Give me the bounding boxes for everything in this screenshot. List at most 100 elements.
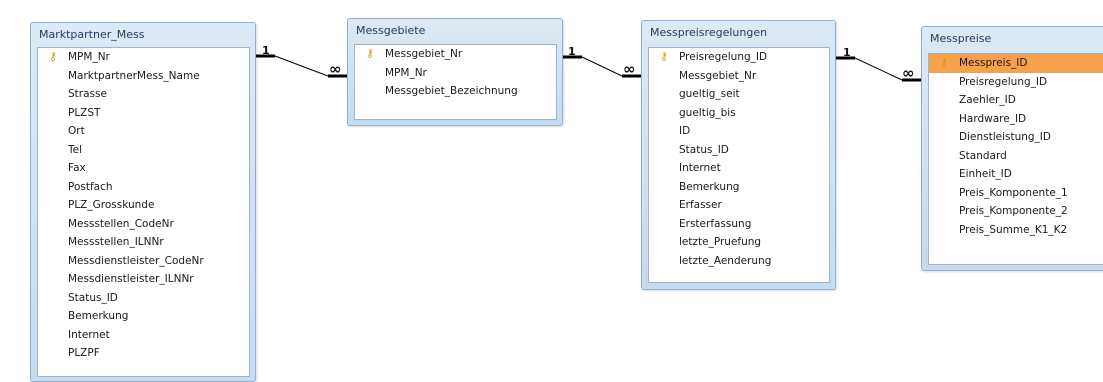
field-name: PLZ_Grosskunde [68, 199, 155, 211]
field-row[interactable]: Status_ID [649, 141, 829, 160]
field-row[interactable]: letzte_Aenderung [649, 252, 829, 271]
field-name: Preis_Komponente_2 [959, 205, 1068, 217]
key-icon: ⚷ [660, 50, 669, 63]
field-name: Preisregelung_ID [679, 51, 768, 63]
field-name: Messgebiet_Nr [679, 69, 757, 82]
field-name: Zaehler_ID [959, 94, 1016, 106]
field-name: Messpreis_ID [959, 57, 1028, 69]
table-title[interactable]: Messpreisregelungen [650, 26, 767, 39]
field-row[interactable]: Messgebiet_Bezeichnung [355, 82, 556, 101]
field-row[interactable]: Erfasser [649, 196, 829, 215]
field-name: PLZST [68, 106, 101, 119]
key-icon: ⚷ [940, 56, 949, 69]
field-name: Standard [959, 149, 1007, 162]
field-row[interactable]: gueltig_bis [649, 104, 829, 123]
field-name: Messstellen_CodeNr [68, 217, 174, 230]
field-row[interactable]: Postfach [38, 178, 249, 197]
table-marktpartner-mess[interactable]: Marktpartner_Mess ⚷ MPM_Nr MarktpartnerMe… [30, 22, 256, 382]
field-name: Bemerkung [679, 180, 740, 193]
field-row[interactable]: Hardware_ID [929, 110, 1103, 129]
field-name: Postfach [68, 180, 113, 193]
field-name: Ersterfassung [679, 217, 752, 230]
table-title[interactable]: Marktpartner_Mess [39, 28, 144, 41]
relationship-many-label: ∞ [623, 60, 635, 78]
field-name: Status_ID [679, 143, 729, 156]
field-name: letzte_Aenderung [679, 254, 772, 267]
field-row[interactable]: Standard [929, 147, 1103, 166]
field-list[interactable]: ⚷ Messgebiet_Nr MPM_Nr Messgebiet_Bezeich… [354, 44, 557, 120]
field-name: gueltig_seit [679, 88, 740, 100]
field-row[interactable]: PLZ_Grosskunde [38, 196, 249, 215]
field-row[interactable]: Ersterfassung [649, 215, 829, 234]
field-row[interactable]: Fax [38, 159, 249, 178]
field-row[interactable]: Ort [38, 122, 249, 141]
field-name: Messdienstleister_CodeNr [68, 254, 204, 267]
field-row[interactable]: Messdienstleister_ILNNr [38, 270, 249, 289]
table-messpreise[interactable]: Messpreise ⚷ Messpreis_ID Preisregelung_I… [921, 26, 1103, 271]
field-name: Dienstleistung_ID [959, 131, 1051, 143]
field-row[interactable]: Preis_Komponente_1 [929, 184, 1103, 203]
field-name: Messstellen_ILNNr [68, 236, 164, 248]
table-messgebiete[interactable]: Messgebiete ⚷ Messgebiet_Nr MPM_Nr Messge… [347, 18, 563, 126]
field-row[interactable]: Messstellen_CodeNr [38, 215, 249, 234]
table-messpreisregelungen[interactable]: Messpreisregelungen ⚷ Preisregelung_ID Me… [641, 20, 836, 290]
field-row[interactable]: Einheit_ID [929, 165, 1103, 184]
field-row[interactable]: ID [649, 122, 829, 141]
field-name: Messdienstleister_ILNNr [68, 273, 194, 285]
field-row[interactable]: Preisregelung_ID [929, 73, 1103, 92]
field-row[interactable]: ⚷ MPM_Nr [38, 48, 249, 67]
table-title[interactable]: Messgebiete [356, 24, 425, 37]
field-row[interactable]: PLZPF [38, 344, 249, 363]
field-row[interactable]: ⚷ Messgebiet_Nr [355, 45, 556, 64]
field-row[interactable]: Zaehler_ID [929, 91, 1103, 110]
field-row[interactable]: Tel [38, 141, 249, 160]
field-list[interactable]: ⚷ Messpreis_ID Preisregelung_ID Zaehler_I… [928, 53, 1103, 265]
field-name: Messgebiet_Nr [385, 48, 463, 60]
field-row[interactable]: Messdienstleister_CodeNr [38, 252, 249, 271]
field-row[interactable]: Dienstleistung_ID [929, 128, 1103, 147]
field-name: Fax [68, 162, 86, 174]
field-name: Erfasser [679, 199, 722, 211]
field-row[interactable]: Status_ID [38, 289, 249, 308]
field-name: Messgebiet_Bezeichnung [385, 85, 518, 97]
field-row[interactable]: Messstellen_ILNNr [38, 233, 249, 252]
field-row[interactable]: PLZST [38, 104, 249, 123]
field-name: MarktpartnerMess_Name [68, 69, 200, 82]
field-row[interactable]: Strasse [38, 85, 249, 104]
relationship-line-2[interactable] [581, 56, 623, 77]
field-row[interactable]: gueltig_seit [649, 85, 829, 104]
field-name: Einheit_ID [959, 168, 1012, 180]
relationship-line-1[interactable] [274, 55, 329, 77]
field-name: Status_ID [68, 291, 118, 304]
field-name: Internet [68, 328, 110, 341]
field-row[interactable]: Messgebiet_Nr [649, 67, 829, 86]
field-name: PLZPF [68, 347, 100, 359]
field-name: Strasse [68, 88, 107, 100]
table-title[interactable]: Messpreise [930, 32, 991, 45]
field-row[interactable]: Preis_Summe_K1_K2 [929, 221, 1103, 240]
field-row[interactable]: Internet [38, 326, 249, 345]
field-row[interactable]: Internet [649, 159, 829, 178]
field-name: MPM_Nr [385, 66, 427, 79]
field-name: Internet [679, 162, 721, 174]
field-row[interactable]: MPM_Nr [355, 64, 556, 83]
field-list[interactable]: ⚷ MPM_Nr MarktpartnerMess_Name Strasse PL… [37, 47, 250, 377]
field-name: Tel [68, 143, 83, 156]
relationship-line-3[interactable] [854, 57, 903, 81]
field-name: Preisregelung_ID [959, 75, 1048, 88]
field-name: Hardware_ID [959, 112, 1027, 125]
field-row[interactable]: Preis_Komponente_2 [929, 202, 1103, 221]
key-icon: ⚷ [49, 50, 58, 63]
relationship-many-label: ∞ [902, 64, 914, 82]
field-list[interactable]: ⚷ Preisregelung_ID Messgebiet_Nr gueltig_… [648, 47, 830, 283]
field-row-selected[interactable]: ⚷ Messpreis_ID [929, 54, 1103, 73]
field-row[interactable]: Bemerkung [38, 307, 249, 326]
field-row[interactable]: ⚷ Preisregelung_ID [649, 48, 829, 67]
field-name: letzte_Pruefung [679, 236, 762, 248]
field-row[interactable]: letzte_Pruefung [649, 233, 829, 252]
field-row[interactable]: MarktpartnerMess_Name [38, 67, 249, 86]
field-name: Preis_Komponente_1 [959, 186, 1068, 199]
field-row[interactable]: Bemerkung [649, 178, 829, 197]
key-icon: ⚷ [366, 47, 375, 60]
relationship-one-label: 1 [568, 45, 576, 58]
